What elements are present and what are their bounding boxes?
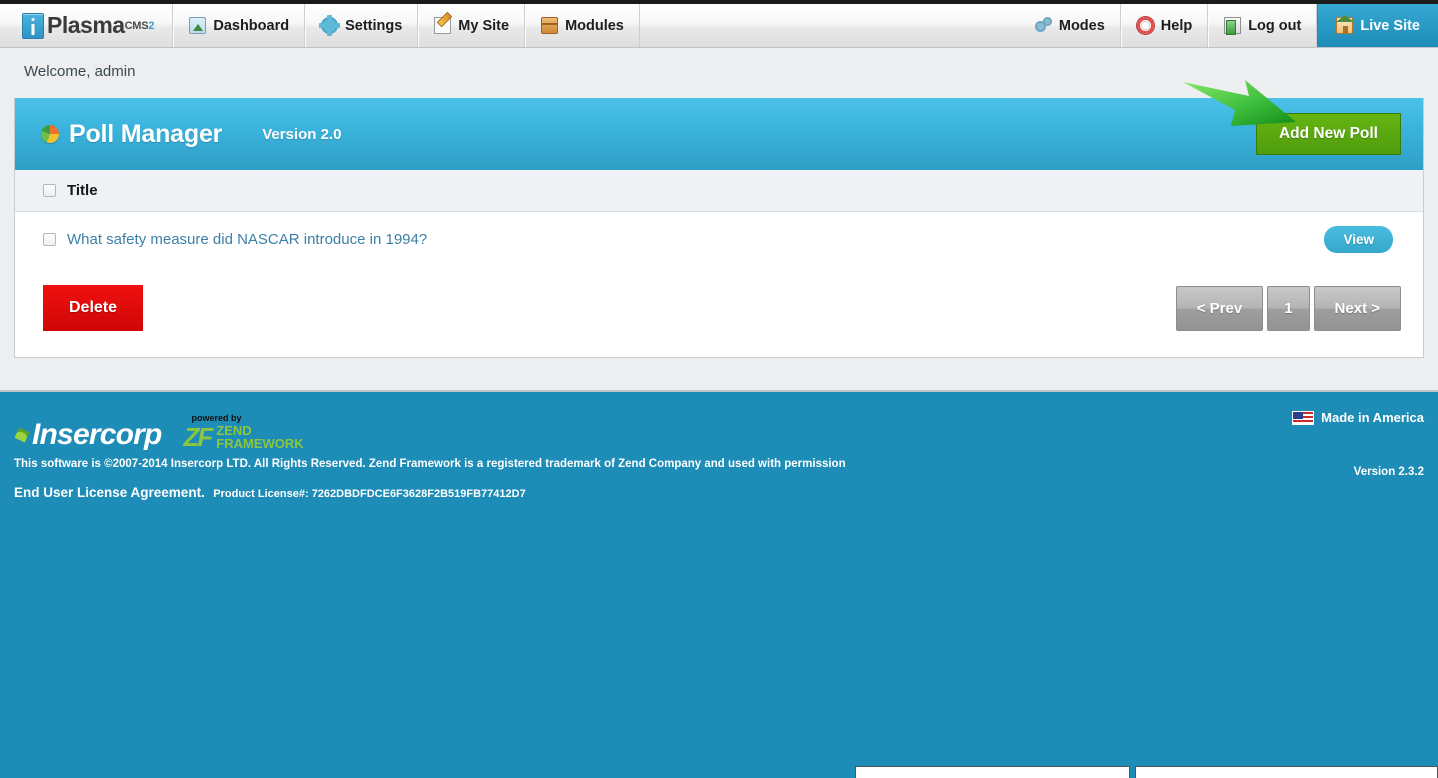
poll-title-link[interactable]: What safety measure did NASCAR introduce…: [67, 231, 427, 248]
nav-label-help: Help: [1160, 17, 1193, 34]
logout-door-icon: [1224, 17, 1242, 35]
nav-label-live-site: Live Site: [1360, 17, 1420, 34]
bottom-partial-widget-right[interactable]: [1135, 766, 1438, 778]
site-footer: Insercorp powered by ZF ZEND FRAMEWORK T…: [0, 390, 1438, 778]
row-select-checkbox[interactable]: [43, 233, 56, 246]
nav-label-settings: Settings: [345, 17, 403, 34]
nav-item-dashboard[interactable]: Dashboard: [173, 4, 306, 47]
nav-item-help[interactable]: Help: [1120, 4, 1209, 47]
poll-manager-panel: Poll Manager Version 2.0 Add New Poll Ti…: [14, 80, 1424, 358]
footer-logos: Insercorp powered by ZF ZEND FRAMEWORK: [14, 406, 1424, 450]
pencil-icon: [434, 17, 452, 34]
brand-name: Plasma: [47, 12, 125, 38]
made-in-america-label: Made in America: [1321, 410, 1424, 425]
welcome-message: Welcome, admin: [24, 63, 136, 80]
brand-superscript: CMS2: [124, 19, 155, 32]
nav-right-group: Modes Help Log out Live Site: [1020, 4, 1438, 47]
product-license-text: Product License#: 7262DBDFDCE6F3628F2B51…: [213, 488, 526, 500]
info-logo-icon: [22, 12, 44, 39]
page-number-button-1[interactable]: 1: [1267, 285, 1310, 331]
footer-version: Version 2.3.2: [1353, 466, 1424, 478]
panel-version: Version 2.0: [262, 125, 342, 143]
nav-label-my-site: My Site: [458, 17, 510, 34]
main-navigation-bar: Plasma CMS2 Dashboard Settings My Site M…: [0, 4, 1438, 48]
copyright-text: This software is ©2007-2014 Insercorp LT…: [14, 458, 846, 470]
box-icon: [541, 17, 559, 34]
nav-label-modes: Modes: [1058, 17, 1105, 34]
lifering-icon: [1136, 17, 1154, 34]
next-page-button[interactable]: Next >: [1313, 285, 1401, 331]
insercorp-name: Insercorp: [32, 418, 162, 451]
nav-item-modes[interactable]: Modes: [1020, 4, 1121, 47]
nav-label-dashboard: Dashboard: [213, 17, 290, 34]
eula-line: End User License Agreement. Product Lice…: [14, 484, 1424, 502]
dashboard-icon: [189, 17, 207, 34]
zend-framework-logo: powered by ZF ZEND FRAMEWORK: [184, 414, 304, 450]
page-title: Poll Manager: [69, 119, 223, 148]
pagination: < Prev 1 Next >: [1175, 285, 1401, 331]
nav-item-logout[interactable]: Log out: [1208, 4, 1318, 47]
add-new-poll-button[interactable]: Add New Poll: [1255, 113, 1401, 155]
zend-zf-mark: ZF: [183, 421, 214, 452]
select-all-checkbox[interactable]: [43, 184, 56, 197]
nav-item-modules[interactable]: Modules: [525, 4, 640, 47]
column-header-title: Title: [67, 182, 98, 199]
nav-item-my-site[interactable]: My Site: [418, 4, 526, 47]
eula-link[interactable]: End User License Agreement.: [14, 485, 205, 500]
table-footer: Delete < Prev 1 Next >: [15, 267, 1423, 357]
brand-logo[interactable]: Plasma CMS2: [0, 4, 174, 47]
nav-item-settings[interactable]: Settings: [305, 4, 419, 47]
table-row: What safety measure did NASCAR introduce…: [15, 212, 1423, 267]
delete-button[interactable]: Delete: [43, 285, 144, 331]
made-in-america-badge: Made in America: [1292, 410, 1424, 425]
pie-chart-icon: [41, 125, 59, 143]
bottom-partial-widget-left[interactable]: [855, 766, 1130, 778]
leaf-icon: [12, 425, 33, 446]
table-header-row: Title: [15, 170, 1423, 212]
nav-label-modules: Modules: [565, 17, 624, 34]
modes-gears-icon: [1034, 17, 1052, 34]
gear-icon: [319, 15, 341, 36]
nav-label-logout: Log out: [1248, 17, 1302, 34]
nav-left-group: Plasma CMS2 Dashboard Settings My Site M…: [0, 4, 640, 47]
nav-item-live-site[interactable]: Live Site: [1317, 4, 1438, 47]
prev-page-button[interactable]: < Prev: [1175, 285, 1264, 331]
panel-title-group: Poll Manager: [41, 120, 222, 149]
home-icon: [1336, 15, 1355, 34]
view-poll-button[interactable]: View: [1324, 226, 1393, 253]
us-flag-icon: [1292, 410, 1315, 425]
framework-word: FRAMEWORK: [216, 435, 304, 451]
insercorp-logo: Insercorp: [14, 420, 162, 450]
panel-header: Poll Manager Version 2.0 Add New Poll: [15, 80, 1423, 170]
